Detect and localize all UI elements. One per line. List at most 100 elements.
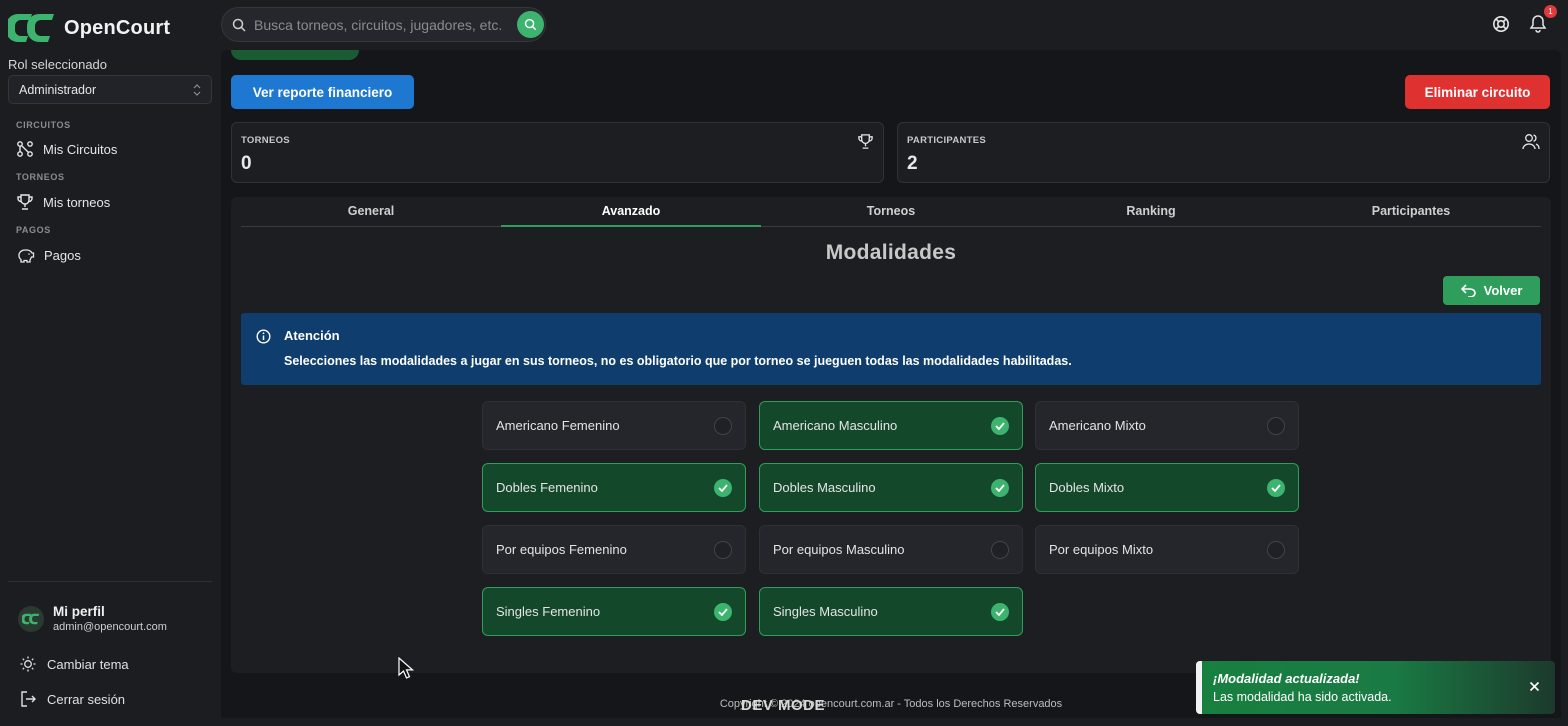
change-theme-button[interactable]: Cambiar tema [19, 655, 129, 673]
modality-americano-mixto[interactable]: Americano Mixto [1035, 401, 1299, 450]
stat-card-torneos: TORNEOS 0 [231, 122, 884, 183]
logout-icon [21, 691, 36, 707]
toast-text: Las modalidad ha sido activada. [1213, 690, 1392, 704]
chevron-up-down-icon [193, 84, 201, 96]
tab-ranking[interactable]: Ranking [1021, 197, 1281, 226]
stat-value: 2 [907, 153, 918, 174]
sidebar-divider [8, 581, 212, 582]
modality-label: Por equipos Masculino [773, 542, 905, 557]
modality-singles-femenino[interactable]: Singles Femenino [482, 587, 746, 636]
trophy-icon [17, 194, 33, 210]
checkbox-icon [1267, 541, 1285, 559]
opencourt-logo-icon [8, 14, 54, 42]
main-panel: Ver reporte financiero Eliminar circuito… [221, 50, 1561, 718]
modality-dobles-femenino[interactable]: Dobles Femenino [482, 463, 746, 512]
modality-dobles-mixto[interactable]: Dobles Mixto [1035, 463, 1299, 512]
sidebar-item-label: Pagos [44, 247, 81, 263]
close-icon[interactable] [1529, 681, 1540, 692]
checkbox-icon [991, 541, 1009, 559]
search-input[interactable] [254, 14, 509, 36]
role-value: Administrador [19, 83, 97, 97]
tab-bar: General Avanzado Torneos Ranking Partici… [241, 197, 1541, 227]
check-icon [714, 479, 732, 497]
tab-participantes[interactable]: Participantes [1281, 197, 1541, 226]
role-select[interactable]: Administrador [8, 75, 212, 104]
back-button[interactable]: Volver [1443, 276, 1540, 305]
section-label-torneos: TORNEOS [16, 172, 65, 182]
modality-label: Dobles Mixto [1049, 480, 1125, 495]
modality-por-equipos-femenino[interactable]: Por equipos Femenino [482, 525, 746, 574]
modality-label: Por equipos Mixto [1049, 542, 1154, 557]
logout-label: Cerrar sesión [47, 691, 126, 707]
check-icon [1267, 479, 1285, 497]
section-label-circuitos: CIRCUITOS [16, 120, 71, 130]
content-card: General Avanzado Torneos Ranking Partici… [231, 197, 1551, 673]
check-icon [991, 417, 1009, 435]
change-theme-label: Cambiar tema [47, 656, 129, 672]
modality-americano-masculino[interactable]: Americano Masculino [759, 401, 1023, 450]
sidebar-item-label: Mis Circuitos [43, 141, 118, 157]
profile-email: admin@opencourt.com [53, 621, 167, 633]
checkbox-icon [1267, 417, 1285, 435]
avatar [18, 605, 44, 632]
app-name: OpenCourt [64, 16, 171, 39]
section-title: Modalidades [825, 241, 957, 264]
users-icon [1522, 134, 1540, 150]
check-icon [991, 479, 1009, 497]
toast-notification: ¡Modalidad actualizada! Las modalidad ha… [1196, 661, 1555, 714]
checkbox-icon [714, 541, 732, 559]
stat-value: 0 [241, 153, 252, 174]
top-bar: OpenCourt 1 [0, 0, 1568, 50]
sidebar-item-mis-circuitos[interactable]: Mis Circuitos [16, 139, 117, 159]
check-icon [991, 603, 1009, 621]
profile-link[interactable]: Mi perfil admin@opencourt.com [18, 604, 167, 633]
modality-dobles-masculino[interactable]: Dobles Masculino [759, 463, 1023, 512]
profile-name: Mi perfil [53, 604, 105, 619]
tab-torneos[interactable]: Torneos [761, 197, 1021, 226]
sidebar-item-pagos[interactable]: Pagos [16, 245, 81, 265]
stat-label: PARTICIPANTES [907, 135, 987, 146]
logo[interactable]: OpenCourt [8, 12, 170, 44]
role-label: Rol seleccionado [8, 57, 108, 72]
logout-button[interactable]: Cerrar sesión [19, 690, 125, 708]
status-badge [231, 50, 359, 60]
sidebar-item-mis-torneos[interactable]: Mis torneos [16, 192, 110, 212]
info-alert: Atención Selecciones las modalidades a j… [241, 313, 1541, 385]
check-icon [714, 603, 732, 621]
return-arrow-icon [1460, 284, 1476, 297]
tab-avanzado[interactable]: Avanzado [501, 197, 761, 227]
modality-label: Americano Mixto [1049, 418, 1146, 433]
info-icon [256, 329, 271, 344]
modality-label: Dobles Masculino [773, 480, 876, 495]
financial-report-button[interactable]: Ver reporte financiero [231, 75, 414, 109]
modality-singles-masculino[interactable]: Singles Masculino [759, 587, 1023, 636]
mouse-cursor-icon [398, 657, 414, 679]
section-label-pagos: PAGOS [16, 225, 51, 235]
tab-general[interactable]: General [241, 197, 501, 226]
checkbox-icon [714, 417, 732, 435]
modality-label: Americano Femenino [496, 418, 620, 433]
bell-icon[interactable] [1529, 14, 1547, 33]
modality-por-equipos-masculino[interactable]: Por equipos Masculino [759, 525, 1023, 574]
circuit-icon [17, 141, 33, 157]
alert-text: Selecciones las modalidades a jugar en s… [284, 354, 1072, 368]
modality-label: Singles Masculino [773, 604, 878, 619]
modality-label: Singles Femenino [496, 604, 601, 619]
modality-americano-femenino[interactable]: Americano Femenino [482, 401, 746, 450]
sidebar-item-label: Mis torneos [43, 194, 111, 210]
notification-badge: 1 [1544, 5, 1557, 18]
search-button[interactable] [517, 11, 544, 38]
modality-label: Dobles Femenino [496, 480, 598, 495]
search-icon [524, 18, 537, 31]
sun-icon [20, 656, 36, 672]
piggy-bank-icon [18, 249, 35, 263]
help-lifebuoy-icon[interactable] [1492, 15, 1510, 33]
search-bar [221, 7, 546, 42]
back-label: Volver [1483, 283, 1523, 298]
toast-title: ¡Modalidad actualizada! [1213, 671, 1360, 686]
alert-title: Atención [284, 328, 340, 343]
modality-label: Americano Masculino [773, 418, 898, 433]
delete-circuit-button[interactable]: Eliminar circuito [1405, 75, 1550, 109]
modality-por-equipos-mixto[interactable]: Por equipos Mixto [1035, 525, 1299, 574]
toast-accent-bar [1196, 661, 1202, 714]
